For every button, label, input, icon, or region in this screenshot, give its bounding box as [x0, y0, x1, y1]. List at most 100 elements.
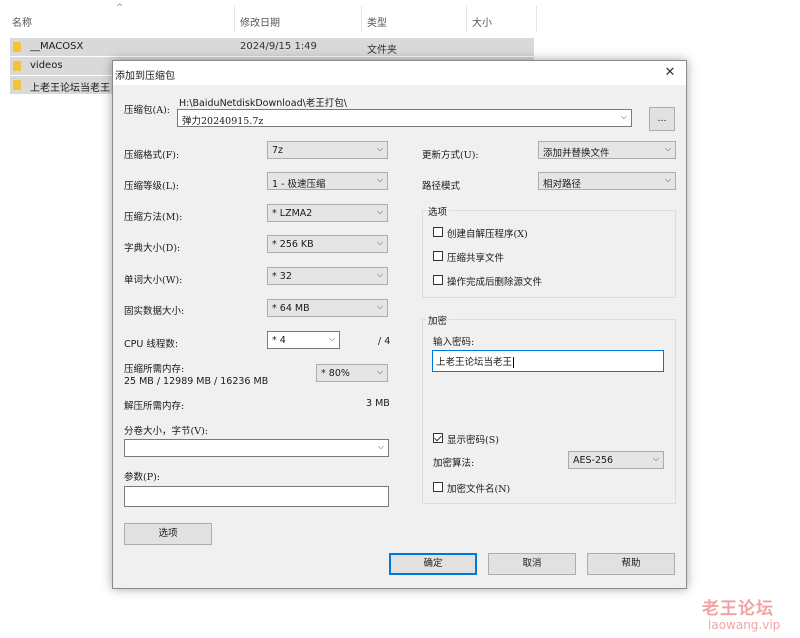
update-label: 更新方式(U): [422, 150, 479, 161]
column-header-type[interactable]: 类型 [367, 14, 387, 29]
column-header-name[interactable]: 名称 [12, 14, 32, 29]
archive-name-combo[interactable]: 弹力20240915.7z ⌵ [177, 109, 632, 127]
sfx-checkbox[interactable] [433, 227, 443, 237]
file-row[interactable]: __MACOSX 2024/9/15 1:49 文件夹 [10, 38, 534, 56]
chevron-down-icon: ⌵ [376, 207, 383, 216]
folder-icon [13, 42, 21, 52]
column-separator[interactable] [361, 6, 362, 32]
folder-icon [13, 61, 21, 71]
chevron-down-icon: ⌵ [652, 454, 659, 463]
file-name: videos [30, 60, 63, 71]
column-header-size[interactable]: 大小 [472, 14, 492, 29]
chevron-down-icon[interactable]: ⌵ [621, 112, 627, 122]
close-icon[interactable]: ✕ [660, 63, 680, 83]
archive-path: H:\BaiduNetdiskDownload\老王打包\ [179, 98, 347, 109]
chevron-down-icon: ⌵ [376, 270, 383, 279]
file-name: __MACOSX [30, 41, 84, 52]
path-mode-value: 相对路径 [543, 179, 582, 190]
dict-value: * 256 KB [272, 239, 314, 250]
chevron-down-icon: ⌵ [376, 144, 383, 153]
column-header-date[interactable]: 修改日期 [240, 14, 280, 29]
cpu-select[interactable]: * 4 ⌵ [267, 331, 340, 349]
algo-select[interactable]: AES-256 ⌵ [568, 451, 664, 469]
shared-label[interactable]: 压缩共享文件 [447, 250, 504, 264]
options-button[interactable]: 选项 [124, 523, 212, 545]
watermark-url: laowang.vip [708, 618, 781, 632]
format-value: 7z [272, 145, 284, 156]
ok-button[interactable]: 确定 [389, 553, 477, 575]
level-value: 1 - 极速压缩 [272, 179, 326, 190]
split-label: 分卷大小，字节(V): [124, 426, 208, 437]
delete-checkbox[interactable] [433, 275, 443, 285]
shared-checkbox[interactable] [433, 251, 443, 261]
options-group-title: 选项 [426, 204, 450, 218]
word-label: 单词大小(W): [124, 275, 183, 286]
word-select[interactable]: * 32 ⌵ [267, 267, 388, 285]
dict-label: 字典大小(D): [124, 243, 181, 254]
split-combo[interactable]: ⌵ [124, 439, 389, 457]
add-to-archive-dialog: 添加到压缩包 ✕ 压缩包(A): H:\BaiduNetdiskDownload… [112, 60, 687, 589]
sfx-label[interactable]: 创建自解压程序(X) [447, 226, 528, 240]
update-select[interactable]: 添加并替换文件 ⌵ [538, 141, 676, 159]
dict-select[interactable]: * 256 KB ⌵ [267, 235, 388, 253]
dialog-title: 添加到压缩包 [115, 71, 175, 82]
chevron-down-icon: ⌵ [377, 442, 384, 451]
path-mode-label: 路径模式 [422, 181, 461, 192]
solid-label: 固实数据大小: [124, 306, 185, 317]
password-value: 上老王论坛当老王 [436, 357, 513, 368]
column-separator[interactable] [234, 6, 235, 32]
level-label: 压缩等级(L): [124, 181, 179, 192]
chevron-down-icon: ⌵ [376, 238, 383, 247]
mem-decompress-label: 解压所需内存: [124, 401, 185, 412]
encrypt-names-checkbox[interactable] [433, 482, 443, 492]
file-type: 文件夹 [367, 45, 397, 56]
chevron-down-icon: ⌵ [376, 175, 383, 184]
watermark-logo: 老王论坛 [702, 599, 774, 619]
mem-select[interactable]: * 80% ⌵ [316, 364, 388, 382]
cpu-value: * 4 [272, 335, 286, 346]
encrypt-names-label[interactable]: 加密文件名(N) [447, 481, 510, 495]
sort-indicator: ^ [116, 3, 124, 13]
cpu-max: / 4 [378, 336, 391, 347]
solid-value: * 64 MB [272, 303, 310, 314]
file-date: 2024/9/15 1:49 [240, 41, 317, 52]
format-label: 压缩格式(F): [124, 150, 180, 161]
cpu-label: CPU 线程数: [124, 339, 179, 350]
column-separator[interactable] [466, 6, 467, 32]
dialog-titlebar[interactable]: 添加到压缩包 ✕ [113, 61, 686, 85]
format-select[interactable]: 7z ⌵ [267, 141, 388, 159]
algo-value: AES-256 [573, 455, 614, 466]
folder-icon [13, 80, 21, 90]
show-password-checkbox[interactable] [433, 433, 443, 443]
password-input[interactable]: 上老王论坛当老王 [432, 350, 664, 372]
archive-name: 弹力20240915.7z [182, 116, 264, 127]
chevron-down-icon: ⌵ [664, 175, 671, 184]
mem-decompress-value: 3 MB [366, 398, 390, 409]
method-label: 压缩方法(M): [124, 212, 183, 223]
chevron-down-icon: ⌵ [376, 367, 383, 376]
solid-select[interactable]: * 64 MB ⌵ [267, 299, 388, 317]
encryption-group-title: 加密 [426, 313, 450, 327]
cancel-button[interactable]: 取消 [488, 553, 576, 575]
mem-compress-label: 压缩所需内存: [124, 364, 185, 375]
update-value: 添加并替换文件 [543, 148, 610, 159]
chevron-down-icon: ⌵ [664, 144, 671, 153]
show-password-label[interactable]: 显示密码(S) [447, 432, 499, 446]
method-select[interactable]: * LZMA2 ⌵ [267, 204, 388, 222]
level-select[interactable]: 1 - 极速压缩 ⌵ [267, 172, 388, 190]
mem-compress-detail: 25 MB / 12989 MB / 16236 MB [124, 376, 269, 387]
word-value: * 32 [272, 271, 292, 282]
mem-value: * 80% [321, 368, 350, 379]
params-label: 参数(P): [124, 472, 161, 483]
params-input[interactable] [124, 486, 389, 507]
method-value: * LZMA2 [272, 208, 313, 219]
file-name: 上老王论坛当老王 [30, 83, 110, 94]
chevron-down-icon: ⌵ [328, 334, 335, 343]
chevron-down-icon: ⌵ [376, 302, 383, 311]
algo-label: 加密算法: [433, 458, 475, 469]
path-mode-select[interactable]: 相对路径 ⌵ [538, 172, 676, 190]
browse-button[interactable]: ... [649, 107, 675, 131]
help-button[interactable]: 帮助 [587, 553, 675, 575]
column-separator[interactable] [536, 6, 537, 32]
delete-label[interactable]: 操作完成后删除源文件 [447, 274, 542, 288]
